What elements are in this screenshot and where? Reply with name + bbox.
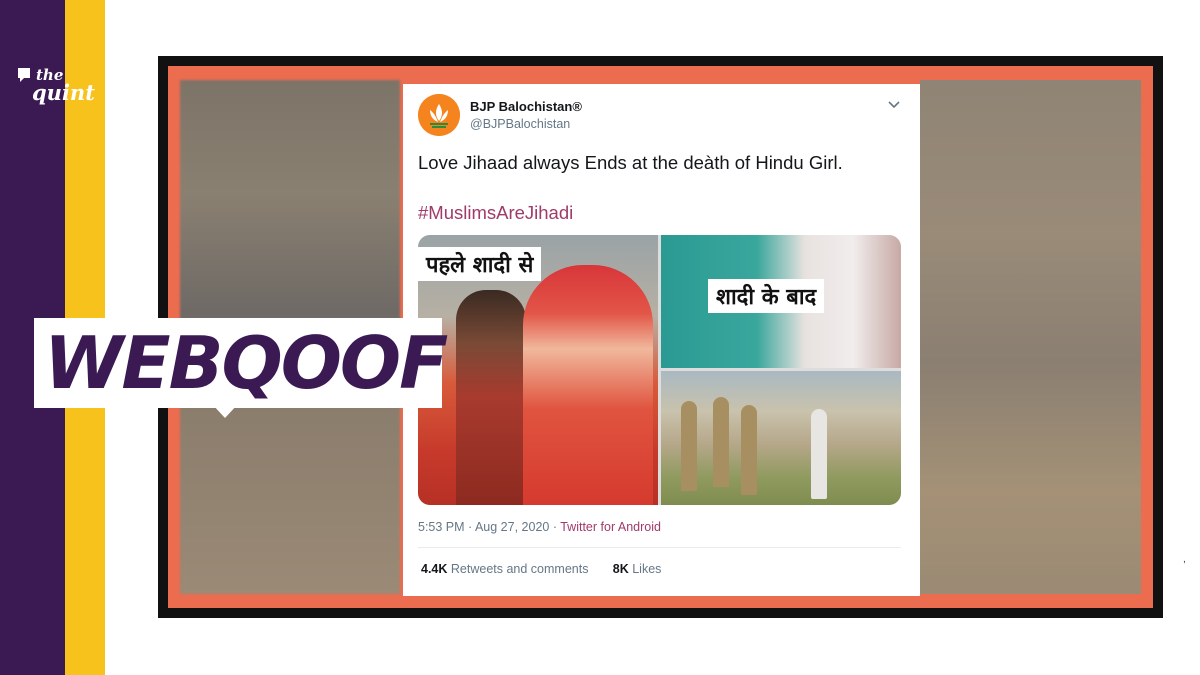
photo-figure-woman xyxy=(523,265,653,505)
media-photo-police-scene[interactable] xyxy=(661,371,901,505)
the-quint-logo: the quint xyxy=(14,62,95,110)
tweet-card: BJP Balochistan® @BJPBalochistan Love Ji… xyxy=(403,84,920,596)
avatar[interactable] xyxy=(418,94,460,136)
logo-quint-text: quint xyxy=(32,80,95,105)
tweet-time[interactable]: 5:53 PM · Aug 27, 2020 · xyxy=(418,520,560,534)
media-caption-before: पहले शादी से xyxy=(418,247,542,281)
tweet-text: Love Jihaad always Ends at the deàth of … xyxy=(418,152,843,173)
retweets-count[interactable]: 4.4K xyxy=(421,562,447,576)
tweet-source-link[interactable]: Twitter for Android xyxy=(560,520,661,534)
tweet-timestamp-line: 5:53 PM · Aug 27, 2020 · Twitter for And… xyxy=(418,520,661,534)
bjp-lotus-icon xyxy=(418,94,460,136)
webqoof-label: WEBQOOF xyxy=(44,321,448,405)
tweet-hashtag-link[interactable]: #MuslimsAreJihadi xyxy=(418,202,573,224)
photo-figure-man xyxy=(456,290,526,505)
media-caption-after: शादी के बाद xyxy=(708,279,825,313)
likes-label[interactable]: Likes xyxy=(632,562,661,576)
chevron-down-icon[interactable] xyxy=(888,100,900,110)
tweet-media-grid[interactable]: पहले शादी से शादी के बाद xyxy=(418,235,901,505)
photo-figure-officer xyxy=(681,401,697,491)
tweet-stats: 4.4K Retweets and comments 8K Likes xyxy=(421,562,661,576)
photo-figure-officer xyxy=(741,405,757,495)
photo-figure-officer xyxy=(713,397,729,487)
divider xyxy=(418,547,901,548)
tweet-display-name[interactable]: BJP Balochistan® xyxy=(470,99,582,114)
likes-count[interactable]: 8K xyxy=(613,562,629,576)
decorative-mark: , xyxy=(1183,554,1186,565)
photo-figure-bystander xyxy=(811,409,827,499)
tweet-handle[interactable]: @BJPBalochistan xyxy=(470,117,570,131)
blurred-background-right xyxy=(920,80,1141,594)
retweets-label[interactable]: Retweets and comments xyxy=(451,562,589,576)
